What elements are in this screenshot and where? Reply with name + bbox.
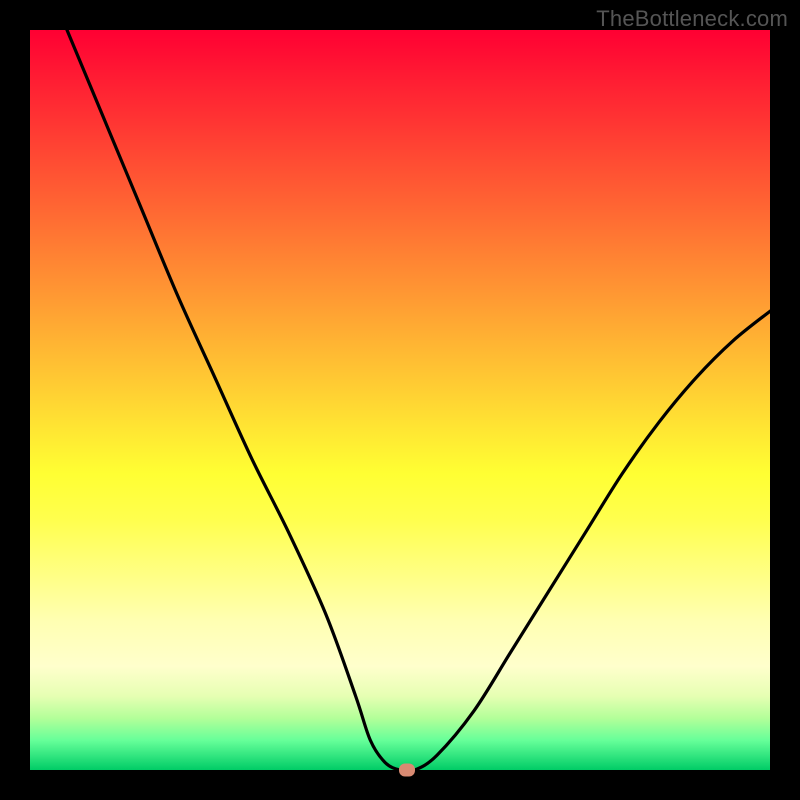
watermark-label: TheBottleneck.com [596, 6, 788, 32]
chart-container: TheBottleneck.com [0, 0, 800, 800]
curve-svg [30, 30, 770, 770]
plot-area [30, 30, 770, 770]
optimal-point-marker [399, 764, 415, 777]
bottleneck-curve [67, 30, 770, 771]
